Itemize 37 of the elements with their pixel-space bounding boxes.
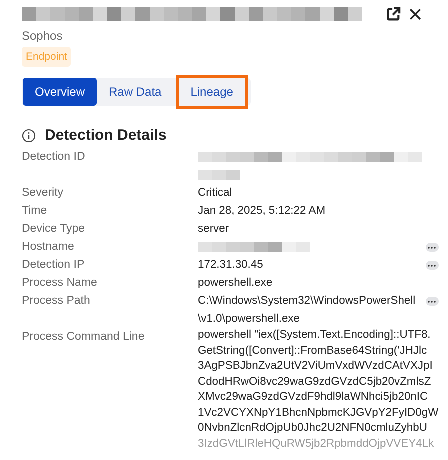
- field-label: Hostname: [22, 240, 76, 255]
- field-value: GetString([Convert]::FromBase64String('JHJlc: [198, 344, 428, 358]
- field-value: Jan 28, 2025, 5:12:22 AM: [198, 204, 326, 219]
- redacted-value: [198, 170, 240, 180]
- field-value: server: [198, 222, 230, 237]
- field-value: 1Vc2VCYXNpY1BhcnNpbmcKJGVpY2FyID0gW: [198, 406, 439, 420]
- close-icon[interactable]: [409, 8, 422, 20]
- tab[interactable]: Lineage: [176, 75, 248, 109]
- field-value: 0NvbnZlcnRdOjpUb0Jhc2U2NFN0cmluZyhbU: [198, 421, 428, 436]
- field-label: Time: [22, 204, 48, 219]
- field-value: powershell "iex([System.Text.Encoding]::UTF8.: [198, 328, 432, 343]
- field-value: CdodHRwOi8vc29waG9zdGVzdC5jb20vZmlsZ: [198, 374, 432, 390]
- category-badge: Endpoint: [22, 47, 72, 67]
- field-label: Severity: [22, 186, 65, 201]
- field-value: \v1.0\powershell.exe: [198, 312, 301, 327]
- field-value: 3AgPSBJbnZva2UtV2ViUmVxdWVzdCAtVXJpI: [198, 359, 434, 374]
- tab[interactable]: Raw Data: [97, 78, 174, 106]
- field-value: Critical: [198, 186, 232, 201]
- field-label: Process Command Line: [22, 330, 146, 345]
- source-name: Sophos: [22, 29, 64, 43]
- field-value: XMvc29waG9zdGVzdF9hdl9laWNhci5jb20nIC: [198, 390, 430, 405]
- more-button[interactable]: [426, 261, 439, 270]
- field-label: Detection IP: [22, 258, 86, 273]
- field-label: Detection ID: [22, 150, 86, 165]
- more-button[interactable]: [426, 297, 439, 306]
- field-label: Process Path: [22, 294, 92, 309]
- field-value: 172.31.30.45: [198, 258, 264, 273]
- more-button[interactable]: [426, 243, 439, 252]
- tab[interactable]: Overview: [23, 78, 98, 106]
- field-value: 3IzdGVtLlRleHQuRW5jb2RpbmddOjpVVEY4Lk: [198, 436, 436, 452]
- field-value: C:\Windows\System32\WindowsPowerShell: [198, 294, 416, 309]
- field-label: Device Type: [22, 222, 86, 237]
- field-value: powershell.exe: [198, 276, 273, 291]
- info-icon: [22, 128, 36, 142]
- section-title: Detection Details: [45, 127, 167, 144]
- open-external-icon[interactable]: [386, 6, 401, 22]
- field-label: Process Name: [22, 276, 98, 291]
